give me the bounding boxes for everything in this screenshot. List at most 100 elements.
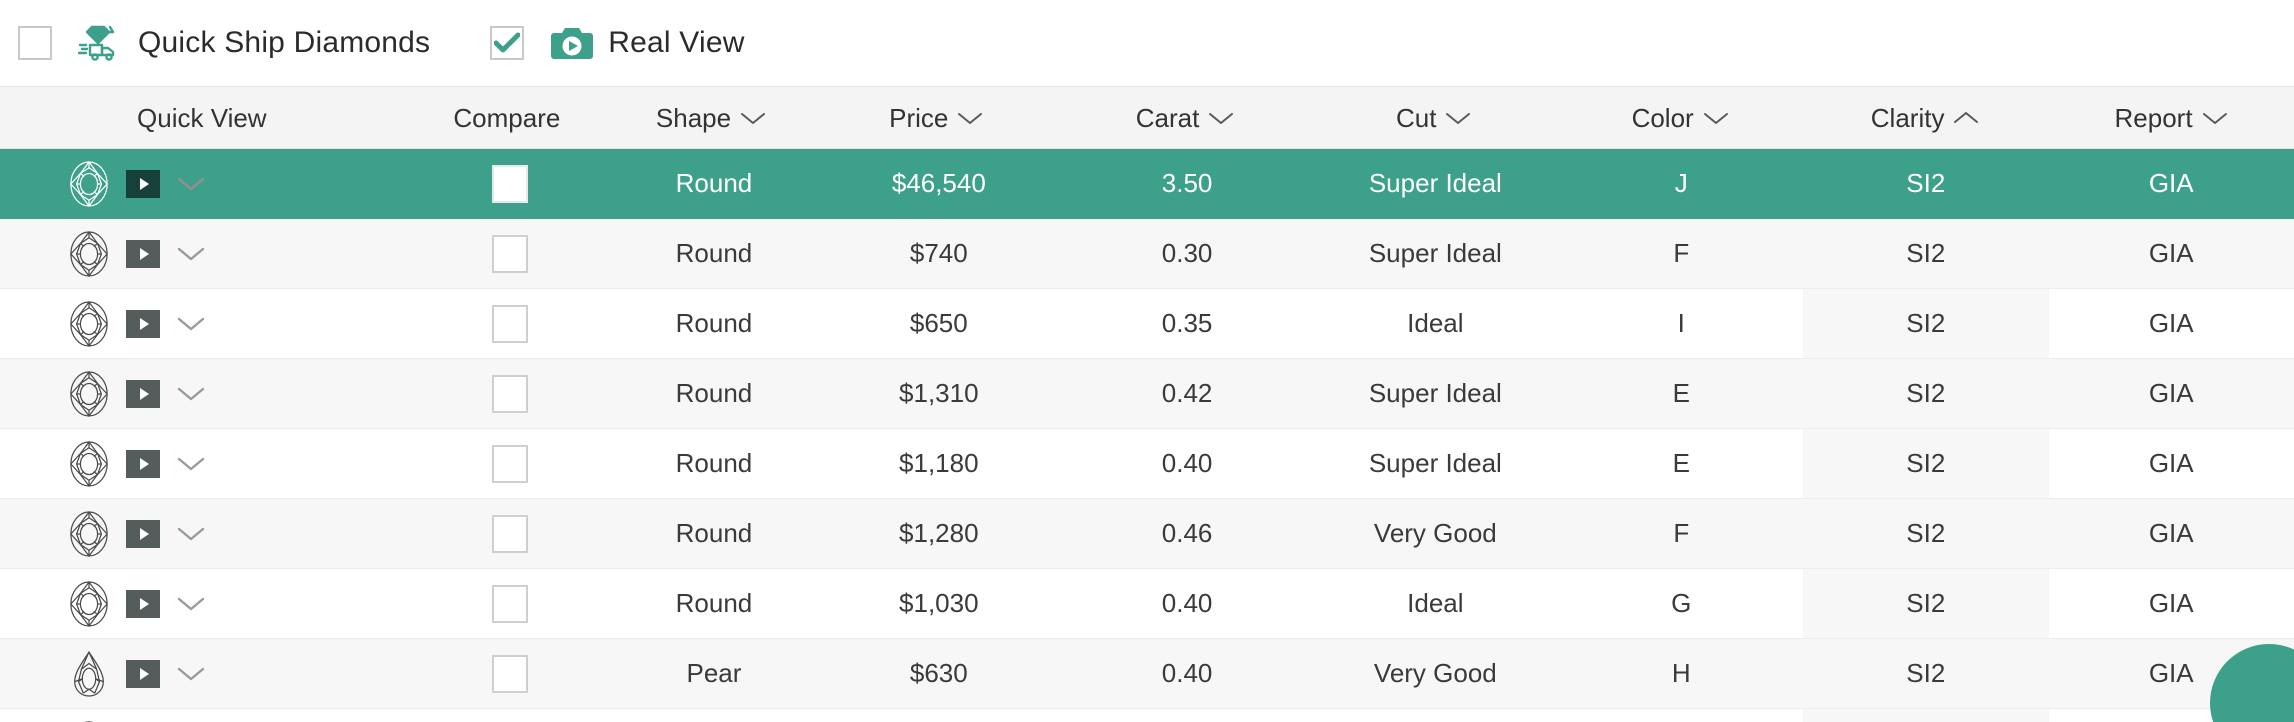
video-play-button[interactable] — [126, 519, 160, 548]
cell-shape: Round — [675, 448, 753, 478]
cell-shape: Pear — [686, 658, 742, 688]
round-diamond-icon — [70, 370, 108, 417]
column-header-label: Report — [2114, 102, 2193, 133]
chevron-up-icon — [1954, 111, 1979, 123]
column-header-label: Clarity — [1870, 102, 1945, 133]
compare-checkbox[interactable] — [492, 374, 529, 413]
cell-price: $650 — [909, 308, 968, 338]
cell-carat: 0.46 — [1161, 518, 1213, 548]
compare-checkbox[interactable] — [492, 164, 529, 203]
cell-price: $1,180 — [899, 448, 979, 478]
column-header-carat[interactable]: Carat — [1061, 87, 1310, 148]
video-play-button[interactable] — [126, 589, 160, 618]
diamond-truck-icon — [78, 23, 124, 63]
chevron-down-icon — [2202, 112, 2227, 124]
chevron-down-icon — [1446, 112, 1471, 124]
compare-checkbox[interactable] — [492, 584, 529, 623]
cell-shape — [613, 709, 814, 722]
quick-ship-checkbox[interactable] — [18, 26, 52, 60]
chevron-down-icon[interactable] — [176, 175, 206, 193]
quick-view-cell — [0, 289, 407, 358]
compare-checkbox[interactable] — [492, 234, 529, 273]
video-play-button[interactable] — [126, 379, 160, 408]
quick-view-cell — [0, 569, 407, 638]
compare-checkbox[interactable] — [492, 444, 529, 483]
compare-checkbox[interactable] — [492, 304, 529, 343]
compare-checkbox[interactable] — [492, 654, 529, 693]
video-play-button[interactable] — [126, 449, 160, 478]
column-header-cut[interactable]: Cut — [1309, 87, 1558, 148]
table-row[interactable]: Round $740 0.30 Super Ideal F SI2 GIA — [0, 219, 2294, 289]
column-header-label: Color — [1631, 102, 1694, 133]
chevron-down-icon[interactable] — [176, 385, 206, 403]
chevron-down-icon[interactable] — [176, 525, 206, 543]
column-header-clarity[interactable]: Clarity — [1802, 87, 2048, 148]
cell-clarity: SI2 — [1906, 378, 1946, 408]
video-play-button[interactable] — [126, 239, 160, 268]
cell-report: GIA — [2148, 378, 2194, 408]
cell-color: F — [1673, 238, 1690, 268]
cell-price: $1,280 — [899, 518, 979, 548]
chevron-down-icon[interactable] — [176, 245, 206, 263]
quick-ship-label: Quick Ship Diamonds — [138, 26, 431, 59]
quick-view-cell — [0, 429, 407, 498]
compare-checkbox[interactable] — [492, 514, 529, 553]
filter-real-view[interactable]: Real View — [490, 24, 744, 62]
column-header-color[interactable]: Color — [1558, 87, 1802, 148]
column-header-quick_view[interactable]: Quick View — [0, 87, 404, 148]
column-header-price[interactable]: Price — [812, 87, 1061, 148]
cell-shape: Round — [675, 518, 753, 548]
cell-carat: 0.30 — [1161, 238, 1213, 268]
cell-color: E — [1672, 378, 1690, 408]
column-header-label: Cut — [1396, 102, 1437, 133]
cell-color: E — [1672, 448, 1690, 478]
cell-price: $740 — [909, 238, 968, 268]
chevron-down-icon[interactable] — [176, 315, 206, 333]
chevron-down-icon[interactable] — [176, 455, 206, 473]
cell-color: I — [1677, 308, 1685, 338]
compare-cell — [407, 359, 613, 428]
cell-report: GIA — [2148, 518, 2194, 548]
table-row[interactable]: Round $650 0.35 Ideal I SI2 GIA — [0, 289, 2294, 359]
camera-play-icon — [550, 24, 594, 62]
compare-cell — [407, 499, 613, 568]
cell-cut: Ideal — [1407, 588, 1464, 618]
chevron-down-icon[interactable] — [176, 665, 206, 683]
cell-color: H — [1671, 658, 1691, 688]
column-header-shape[interactable]: Shape — [610, 87, 812, 148]
table-row[interactable]: Round $46,540 3.50 Super Ideal J SI2 GIA — [0, 149, 2294, 219]
table-row[interactable]: Round $1,280 0.46 Very Good F SI2 GIA — [0, 499, 2294, 569]
cell-report: GIA — [2148, 238, 2194, 268]
table-row[interactable]: Round $1,180 0.40 Super Ideal E SI2 GIA — [0, 429, 2294, 499]
check-icon — [494, 32, 521, 53]
real-view-checkbox[interactable] — [490, 26, 525, 60]
table-row[interactable]: Round $1,030 0.40 Ideal G SI2 GIA — [0, 569, 2294, 639]
table-row[interactable] — [0, 709, 2294, 722]
cell-cut: Super Ideal — [1368, 238, 1502, 268]
video-play-button[interactable] — [126, 169, 160, 198]
table-row[interactable]: Round $1,310 0.42 Super Ideal E SI2 GIA — [0, 359, 2294, 429]
column-header-compare[interactable]: Compare — [404, 87, 611, 148]
filter-quick-ship-diamonds[interactable]: Quick Ship Diamonds — [18, 23, 430, 63]
column-header-report[interactable]: Report — [2048, 87, 2294, 148]
cell-clarity: SI2 — [1803, 569, 2049, 638]
table-row[interactable]: Pear $630 0.40 Very Good H SI2 GIA — [0, 639, 2294, 709]
cell-carat: 0.40 — [1161, 588, 1213, 618]
chevron-down-icon — [958, 112, 983, 124]
chevron-down-icon — [741, 112, 766, 124]
column-header-label: Price — [889, 102, 949, 133]
quick-view-cell — [0, 499, 407, 568]
cell-carat: 0.40 — [1161, 448, 1213, 478]
video-play-button[interactable] — [126, 659, 160, 688]
compare-cell — [407, 569, 613, 638]
quick-view-cell — [0, 149, 407, 218]
cell-shape: Round — [675, 308, 753, 338]
real-view-label: Real View — [608, 26, 745, 59]
quick-view-cell — [0, 219, 407, 288]
chevron-down-icon[interactable] — [176, 595, 206, 613]
video-play-button[interactable] — [126, 309, 160, 338]
cell-shape: Round — [675, 168, 753, 198]
cell-color — [1559, 709, 1803, 722]
round-diamond-icon — [70, 510, 108, 557]
cell-color: G — [1671, 588, 1692, 618]
